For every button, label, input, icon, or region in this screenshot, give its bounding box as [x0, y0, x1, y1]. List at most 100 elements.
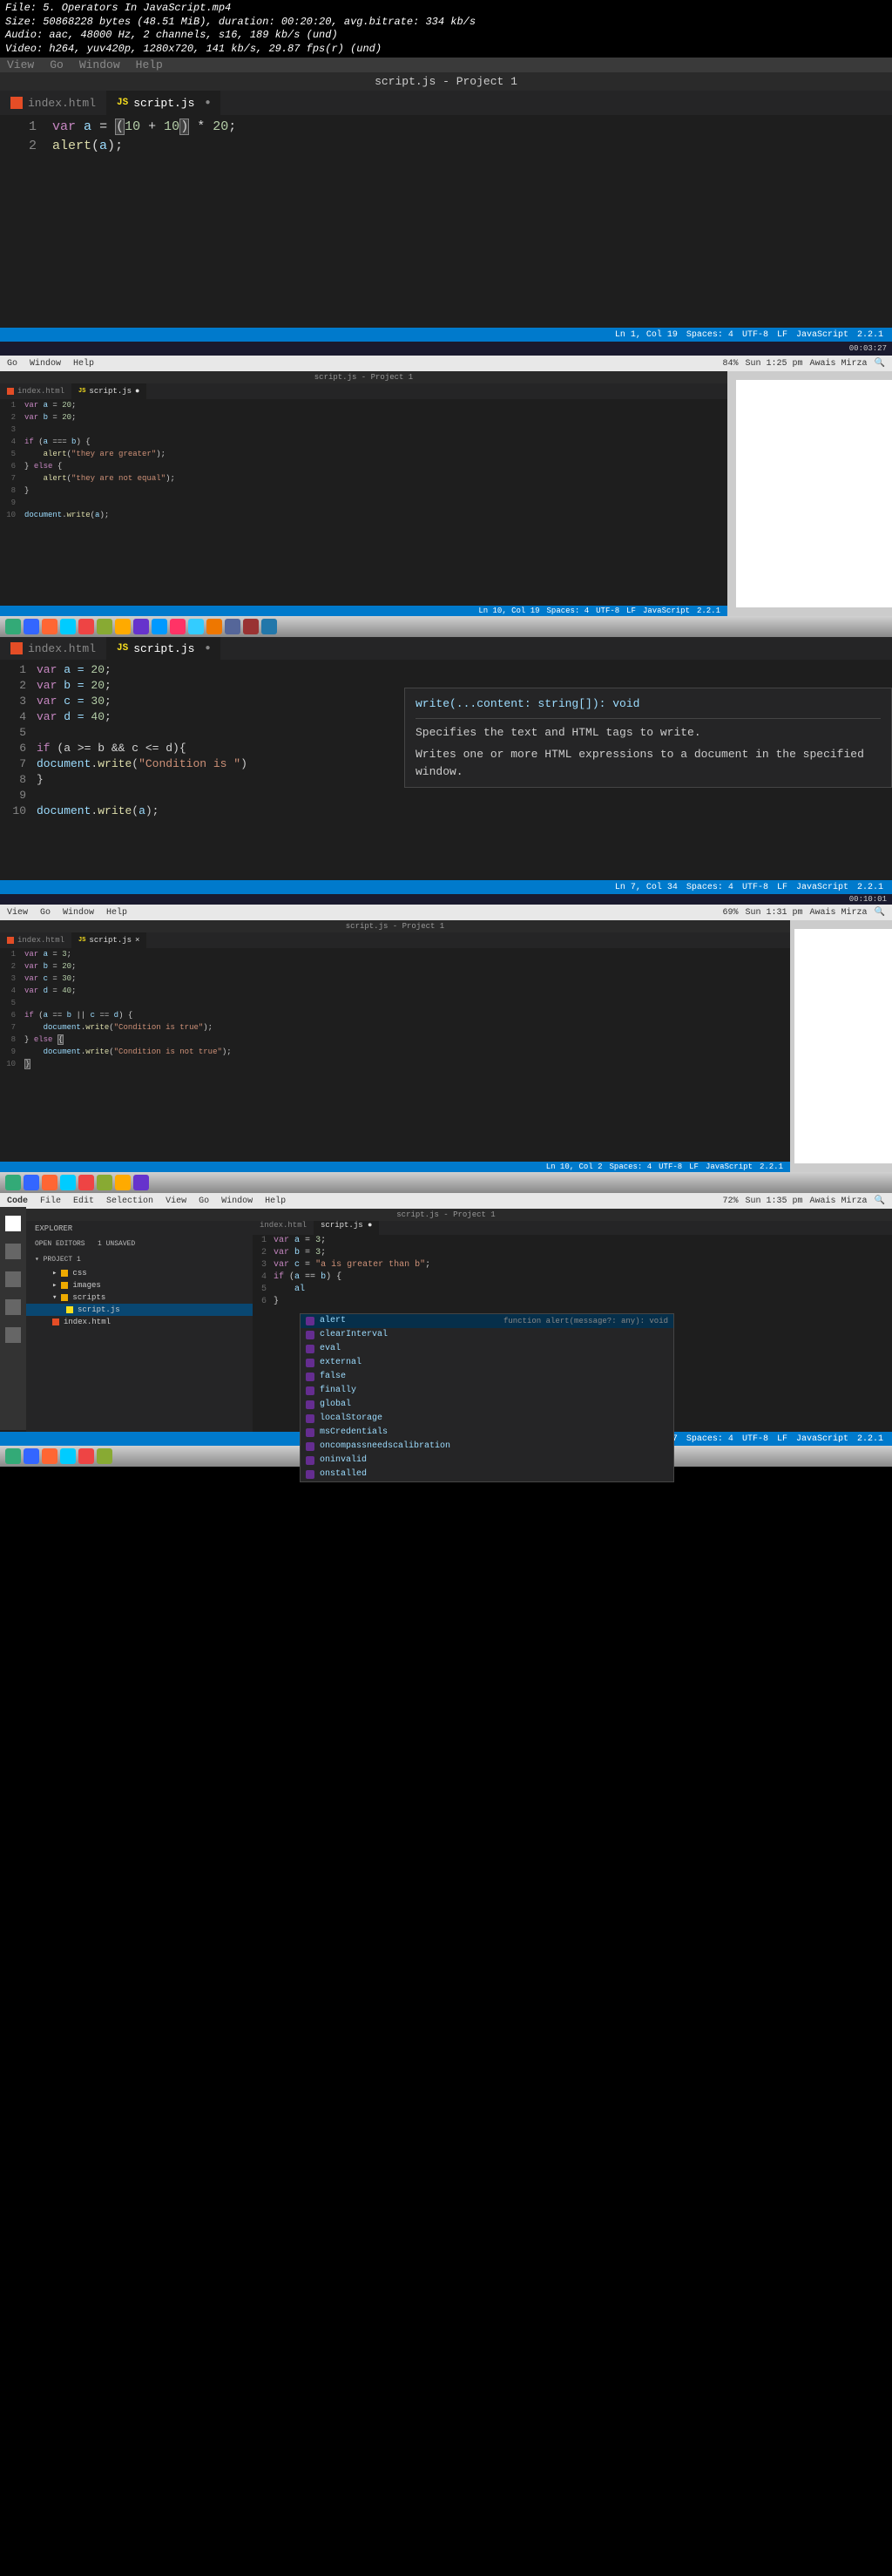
menu-window[interactable]: Window — [79, 58, 120, 71]
dock-app-icon[interactable] — [24, 1448, 39, 1464]
autocomplete-item[interactable]: eval — [301, 1342, 673, 1356]
dock-app-icon[interactable] — [42, 1448, 57, 1464]
menu-go[interactable]: Go — [7, 359, 17, 369]
autocomplete-popup[interactable]: alertfunction alert(message?: any): void… — [300, 1313, 674, 1482]
dock-app-icon[interactable] — [42, 619, 57, 634]
dock-app-icon[interactable] — [97, 619, 112, 634]
autocomplete-item[interactable]: onstalled — [301, 1468, 673, 1481]
tab-index-html[interactable]: index.html — [253, 1221, 314, 1235]
dock-app-icon[interactable] — [60, 1175, 76, 1190]
search-icon[interactable] — [5, 1244, 21, 1259]
tooltip-signature: write(...content: string[]): void — [416, 695, 881, 719]
menu-edit[interactable]: Edit — [73, 1196, 94, 1206]
menu-code[interactable]: Code — [7, 1196, 28, 1206]
explorer-icon[interactable] — [5, 1216, 21, 1231]
autocomplete-item[interactable]: clearInterval — [301, 1328, 673, 1342]
menu-file[interactable]: File — [40, 1196, 61, 1206]
code-editor[interactable]: 12345678910 var a = 20; var b = 20; var … — [0, 660, 892, 819]
dock-app-icon[interactable] — [24, 1175, 39, 1190]
autocomplete-item[interactable]: finally — [301, 1384, 673, 1398]
extensions-icon[interactable] — [5, 1327, 21, 1343]
tree-folder-css[interactable]: ▸ css — [26, 1267, 253, 1279]
autocomplete-item[interactable]: alertfunction alert(message?: any): void — [301, 1314, 673, 1328]
menu-selection[interactable]: Selection — [106, 1196, 153, 1206]
dock-app-icon[interactable] — [206, 619, 222, 634]
dock-app-icon[interactable] — [5, 1448, 21, 1464]
tab-script-js[interactable]: script.js ● — [314, 1221, 379, 1235]
dock-app-icon[interactable] — [133, 619, 149, 634]
tab-script-js[interactable]: JSscript.js — [106, 637, 220, 660]
menu-window[interactable]: Window — [63, 908, 94, 918]
menu-window[interactable]: Window — [221, 1196, 253, 1206]
dock-app-icon[interactable] — [97, 1448, 112, 1464]
open-editors-header[interactable]: OPEN EDITORS 1 UNSAVED — [26, 1237, 253, 1251]
menu-help[interactable]: Help — [265, 1196, 286, 1206]
code-editor[interactable]: 123456 var a = 3; var b = 3; var c = "a … — [253, 1235, 892, 1308]
dock-app-icon[interactable] — [225, 619, 240, 634]
autocomplete-item[interactable]: oninvalid — [301, 1454, 673, 1468]
symbol-icon — [306, 1414, 314, 1423]
dock-app-icon[interactable] — [24, 619, 39, 634]
code-editor[interactable]: 12 var a = (10 + 10) * 20; alert(a); — [0, 115, 892, 156]
dock-app-icon[interactable] — [97, 1175, 112, 1190]
dock-app-icon[interactable] — [243, 619, 259, 634]
menu-view[interactable]: View — [166, 1196, 186, 1206]
dock-app-icon[interactable] — [115, 1175, 131, 1190]
tab-script-js[interactable]: JSscript.js — [106, 91, 220, 115]
tab-index-html[interactable]: index.html — [0, 383, 71, 399]
search-icon[interactable]: 🔍 — [875, 358, 885, 369]
project-header[interactable]: ▾ PROJECT 1 — [26, 1251, 253, 1267]
autocomplete-item[interactable]: external — [301, 1356, 673, 1370]
tree-folder-images[interactable]: ▸ images — [26, 1279, 253, 1291]
menu-help[interactable]: Help — [136, 58, 163, 71]
dock-app-icon[interactable] — [42, 1175, 57, 1190]
tree-file-indexhtml[interactable]: index.html — [26, 1316, 253, 1328]
autocomplete-item[interactable]: oncompassneedscalibration — [301, 1440, 673, 1454]
dock-finder-icon[interactable] — [5, 619, 21, 634]
tab-index-html[interactable]: index.html — [0, 932, 71, 948]
sidebar-explorer: EXPLORER OPEN EDITORS 1 UNSAVED ▾ PROJEC… — [26, 1221, 253, 1444]
tab-script-js[interactable]: JSscript.js × — [71, 932, 146, 948]
menu-window[interactable]: Window — [30, 359, 61, 369]
dock-app-icon[interactable] — [188, 619, 204, 634]
code-editor[interactable]: 12345678910 var a = 3; var b = 20; var c… — [0, 948, 790, 1070]
dock-app-icon[interactable] — [133, 1175, 149, 1190]
explorer-header: EXPLORER — [26, 1221, 253, 1237]
dock-app-icon[interactable] — [78, 1175, 94, 1190]
debug-icon[interactable] — [5, 1299, 21, 1315]
dock-app-icon[interactable] — [5, 1175, 21, 1190]
user-name: Awais Mirza — [810, 908, 868, 918]
dock-app-icon[interactable] — [78, 619, 94, 634]
menu-view[interactable]: View — [7, 58, 34, 71]
mac-dock[interactable] — [0, 1172, 892, 1193]
dock-app-icon[interactable] — [115, 619, 131, 634]
autocomplete-item[interactable]: msCredentials — [301, 1426, 673, 1440]
tree-file-scriptjs[interactable]: script.js — [26, 1304, 253, 1316]
search-icon[interactable]: 🔍 — [875, 907, 885, 918]
dock-app-icon[interactable] — [152, 619, 167, 634]
menu-go[interactable]: Go — [50, 58, 64, 71]
menu-view[interactable]: View — [7, 908, 28, 918]
menu-help[interactable]: Help — [106, 908, 127, 918]
search-icon[interactable]: 🔍 — [875, 1196, 885, 1206]
dock-app-icon[interactable] — [60, 1448, 76, 1464]
autocomplete-item[interactable]: false — [301, 1370, 673, 1384]
dock-app-icon[interactable] — [261, 619, 277, 634]
tab-script-js[interactable]: JSscript.js ● — [71, 383, 146, 399]
dock-app-icon[interactable] — [78, 1448, 94, 1464]
autocomplete-item[interactable]: global — [301, 1398, 673, 1412]
tab-index-html[interactable]: index.html — [0, 637, 106, 660]
menu-help[interactable]: Help — [73, 359, 94, 369]
menu-go[interactable]: Go — [199, 1196, 209, 1206]
menu-go[interactable]: Go — [40, 908, 51, 918]
tab-index-html[interactable]: index.html — [0, 91, 106, 115]
code-editor[interactable]: 12345678910 var a = 20; var b = 20; if (… — [0, 399, 727, 521]
mac-menubar: Go Window Help 84% Sun 1:25 pm Awais Mir… — [0, 356, 892, 371]
dock-app-icon[interactable] — [170, 619, 186, 634]
panel-4: View Go Window Help 69% Sun 1:31 pm Awai… — [0, 905, 892, 1172]
mac-dock[interactable] — [0, 616, 892, 637]
dock-app-icon[interactable] — [60, 619, 76, 634]
git-icon[interactable] — [5, 1271, 21, 1287]
tree-folder-scripts[interactable]: ▾ scripts — [26, 1291, 253, 1304]
autocomplete-item[interactable]: localStorage — [301, 1412, 673, 1426]
